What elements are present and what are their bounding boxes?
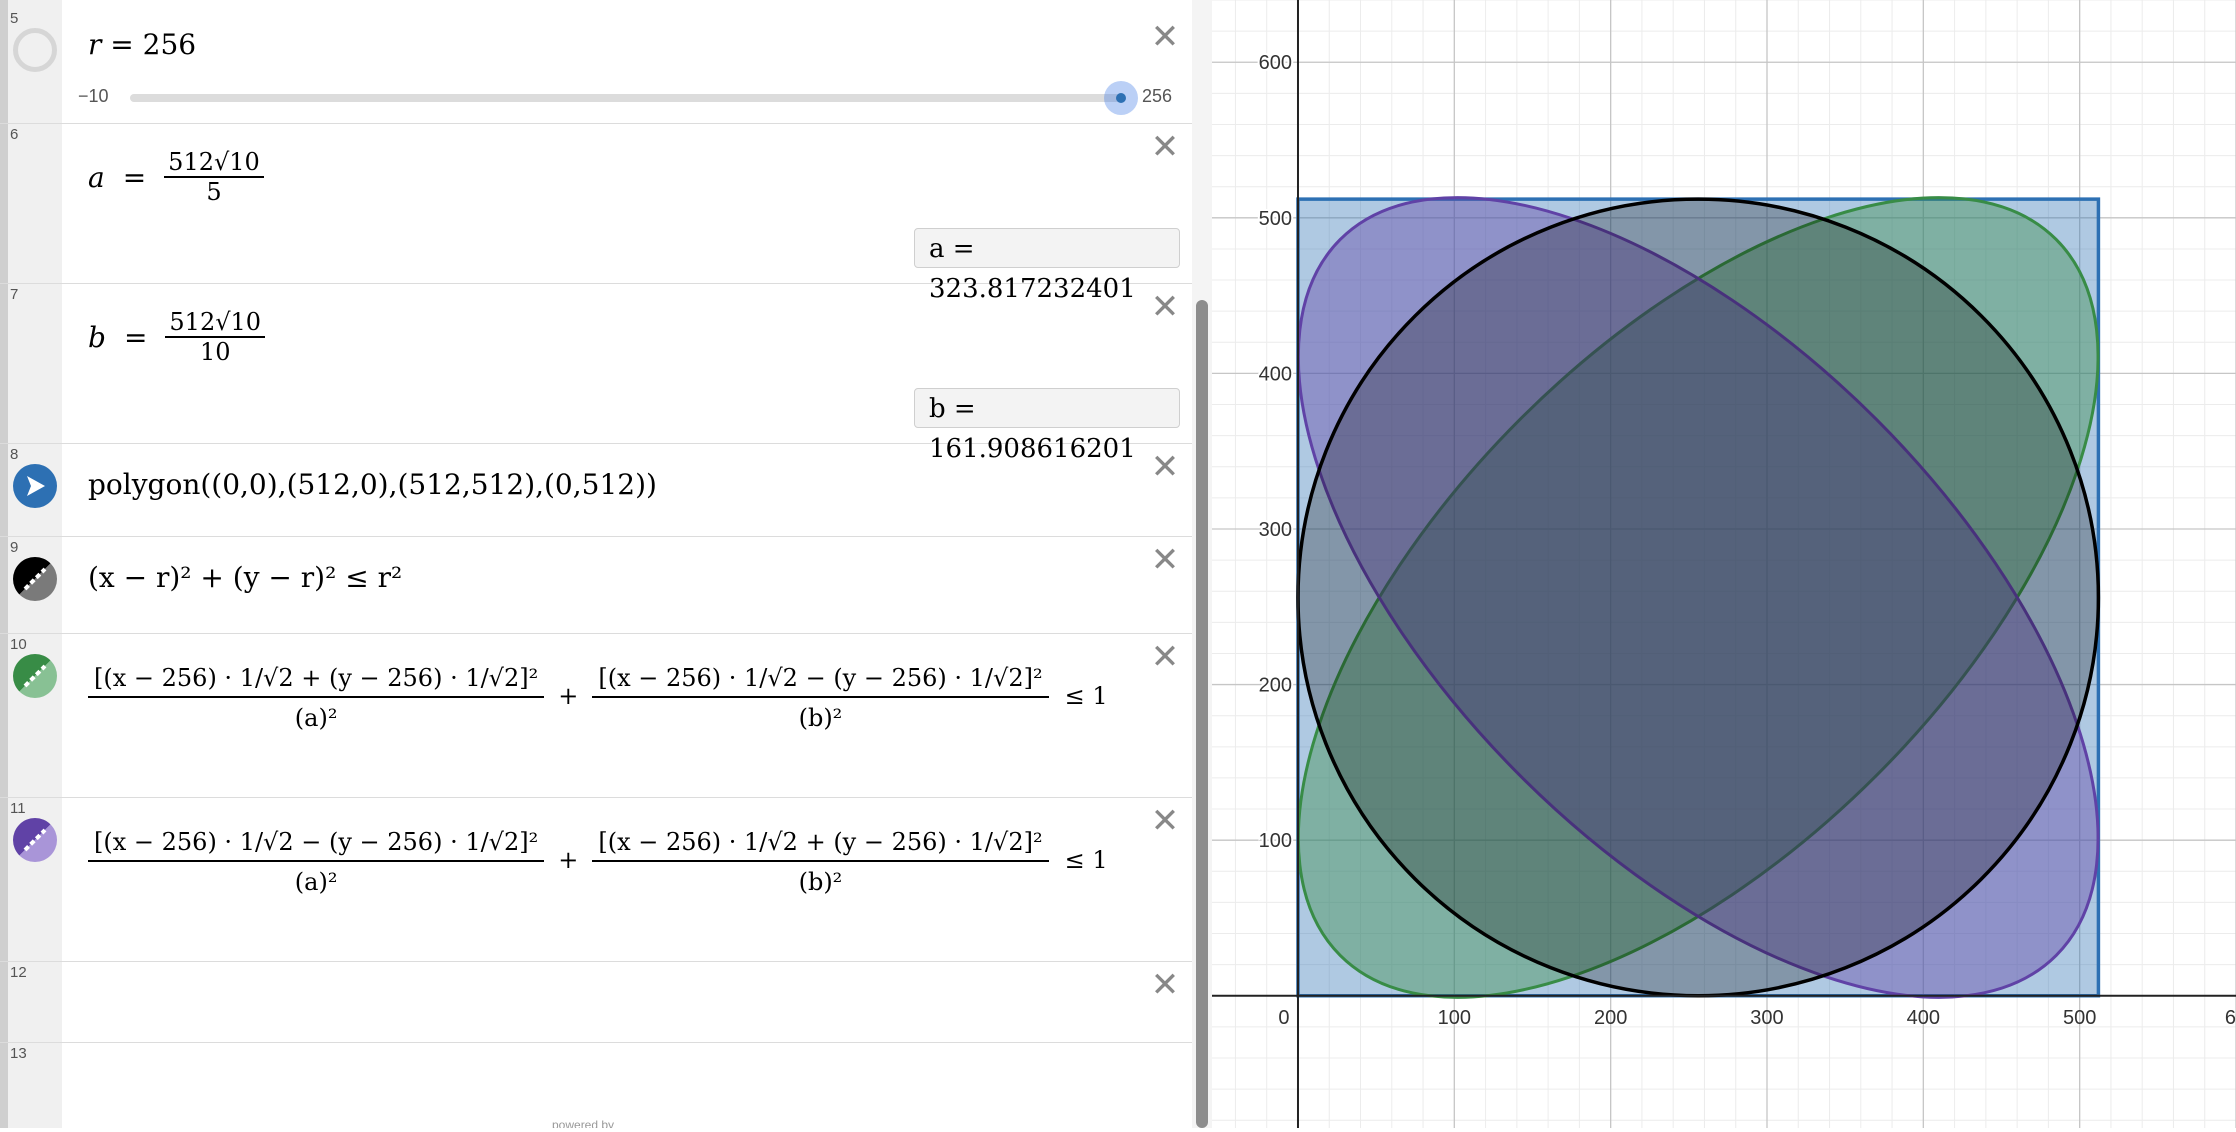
x-tick-label: 300 [1750, 1007, 1783, 1029]
fraction: 512√10 5 [164, 148, 264, 206]
row-index: 13 [10, 1045, 27, 1062]
delete-expression-button[interactable]: ✕ [1148, 968, 1182, 1002]
polygon-style-icon[interactable] [13, 464, 57, 508]
row-index: 12 [10, 964, 27, 981]
numerator: [(x − 256) · 1/√2 + (y − 256) · 1/√2]² [88, 660, 545, 698]
variable-a: a [88, 160, 105, 194]
y-tick-label: 500 [1259, 208, 1292, 230]
powered-by-label: powered by [552, 1118, 615, 1128]
y-tick-label: 100 [1259, 830, 1292, 852]
numerator: [(x − 256) · 1/√2 + (y − 256) · 1/√2]² [592, 824, 1049, 862]
hidden-circle-icon[interactable] [13, 28, 57, 72]
numerator: 512√10 [165, 308, 266, 338]
x-tick-label: 200 [1594, 1007, 1627, 1029]
denominator: (b)² [798, 868, 843, 896]
evaluation-readout: a = 323.817232401 [914, 228, 1180, 304]
delete-expression-button[interactable]: ✕ [1148, 804, 1182, 838]
denominator: 10 [199, 338, 231, 366]
inequality-style-icon[interactable] [13, 654, 57, 698]
numerator: [(x − 256) · 1/√2 − (y − 256) · 1/√2]² [592, 660, 1049, 698]
inequality-style-icon[interactable] [13, 818, 57, 862]
scrollbar[interactable] [1196, 300, 1208, 1128]
variable-b: b [88, 320, 106, 354]
row-index: 5 [10, 10, 19, 27]
x-tick-label: 500 [2063, 1007, 2096, 1029]
variable-r: r [88, 28, 102, 61]
row-index: 6 [10, 126, 19, 143]
expression-row-5[interactable]: 5 r = 256 −10 256 ✕ [0, 8, 1192, 124]
y-tick-label: 200 [1259, 675, 1292, 697]
slider-min-label[interactable]: −10 [78, 86, 109, 107]
y-tick-label: 300 [1259, 519, 1292, 541]
graph-canvas[interactable]: 0 100 200 300 400 500 60 100 200 300 400 500 600 [1212, 0, 2236, 1128]
expression-row-8[interactable]: 8 polygon((0,0),(512,0),(512,512),(0,512… [0, 444, 1192, 537]
denominator: (b)² [798, 704, 843, 732]
delete-expression-button[interactable]: ✕ [1148, 640, 1182, 674]
evaluation-readout: b = 161.908616201 [914, 388, 1180, 464]
expression-text[interactable]: polygon((0,0),(512,0),(512,512),(0,512)) [88, 468, 657, 501]
numerator: [(x − 256) · 1/√2 − (y − 256) · 1/√2]² [88, 824, 545, 862]
row-index: 9 [10, 539, 19, 556]
numerator: 512√10 [164, 148, 264, 178]
delete-expression-button[interactable]: ✕ [1148, 20, 1182, 54]
x-tick-label: 0 [1278, 1007, 1289, 1029]
x-tick-label: 100 [1438, 1007, 1471, 1029]
delete-expression-button[interactable]: ✕ [1148, 130, 1182, 164]
x-tick-label: 400 [1907, 1007, 1940, 1029]
slider-max-label[interactable]: 256 [1142, 86, 1172, 107]
expression-row-11[interactable]: 11 [(x − 256) · 1/√2 − (y − 256) · 1/√2]… [0, 798, 1192, 962]
denominator: (a)² [294, 704, 338, 732]
expression-row-6[interactable]: 6 a = 512√10 5 a = 323.817232401 ✕ [0, 124, 1192, 304]
x-tick-label: 60 [2225, 1007, 2236, 1029]
circle-region [1296, 197, 2101, 998]
slider-track[interactable] [130, 94, 1120, 102]
y-tick-label: 400 [1259, 363, 1292, 385]
slider-handle[interactable] [1104, 81, 1138, 115]
inequality-style-icon[interactable] [13, 557, 57, 601]
expression-row-13[interactable]: 13 [0, 1043, 1192, 1128]
fraction: [(x − 256) · 1/√2 + (y − 256) · 1/√2]² (… [88, 660, 545, 732]
expression-text[interactable]: (x − r)² + (y − r)² ≤ r² [88, 561, 402, 594]
row-index: 8 [10, 446, 19, 463]
row-index: 11 [10, 800, 26, 817]
fraction: [(x − 256) · 1/√2 + (y − 256) · 1/√2]² (… [592, 824, 1049, 896]
graph-paper[interactable]: 0 100 200 300 400 500 60 100 200 300 400 500 600 [1212, 0, 2236, 1128]
row-index: 7 [10, 286, 19, 303]
slider-value[interactable]: 256 [143, 28, 196, 61]
expression-row-9[interactable]: 9 (x − r)² + (y − r)² ≤ r² ✕ [0, 537, 1192, 634]
expression-row-10[interactable]: 10 [(x − 256) · 1/√2 + (y − 256) · 1/√2]… [0, 634, 1192, 798]
row-index: 10 [10, 636, 27, 653]
delete-expression-button[interactable]: ✕ [1148, 450, 1182, 484]
fraction: [(x − 256) · 1/√2 − (y − 256) · 1/√2]² (… [592, 660, 1049, 732]
delete-expression-button[interactable]: ✕ [1148, 290, 1182, 324]
fraction: [(x − 256) · 1/√2 − (y − 256) · 1/√2]² (… [88, 824, 545, 896]
expression-list: 5 r = 256 −10 256 ✕ 6 a = 512√10 5 a = 3… [0, 0, 1212, 1128]
expression-row-12[interactable]: 12 ✕ [0, 962, 1192, 1043]
y-tick-label: 600 [1259, 52, 1292, 74]
fraction: 512√10 10 [165, 308, 266, 366]
denominator: 5 [206, 178, 222, 206]
expression-row-7[interactable]: 7 b = 512√10 10 b = 161.908616201 ✕ [0, 284, 1192, 464]
delete-expression-button[interactable]: ✕ [1148, 543, 1182, 577]
denominator: (a)² [294, 868, 338, 896]
